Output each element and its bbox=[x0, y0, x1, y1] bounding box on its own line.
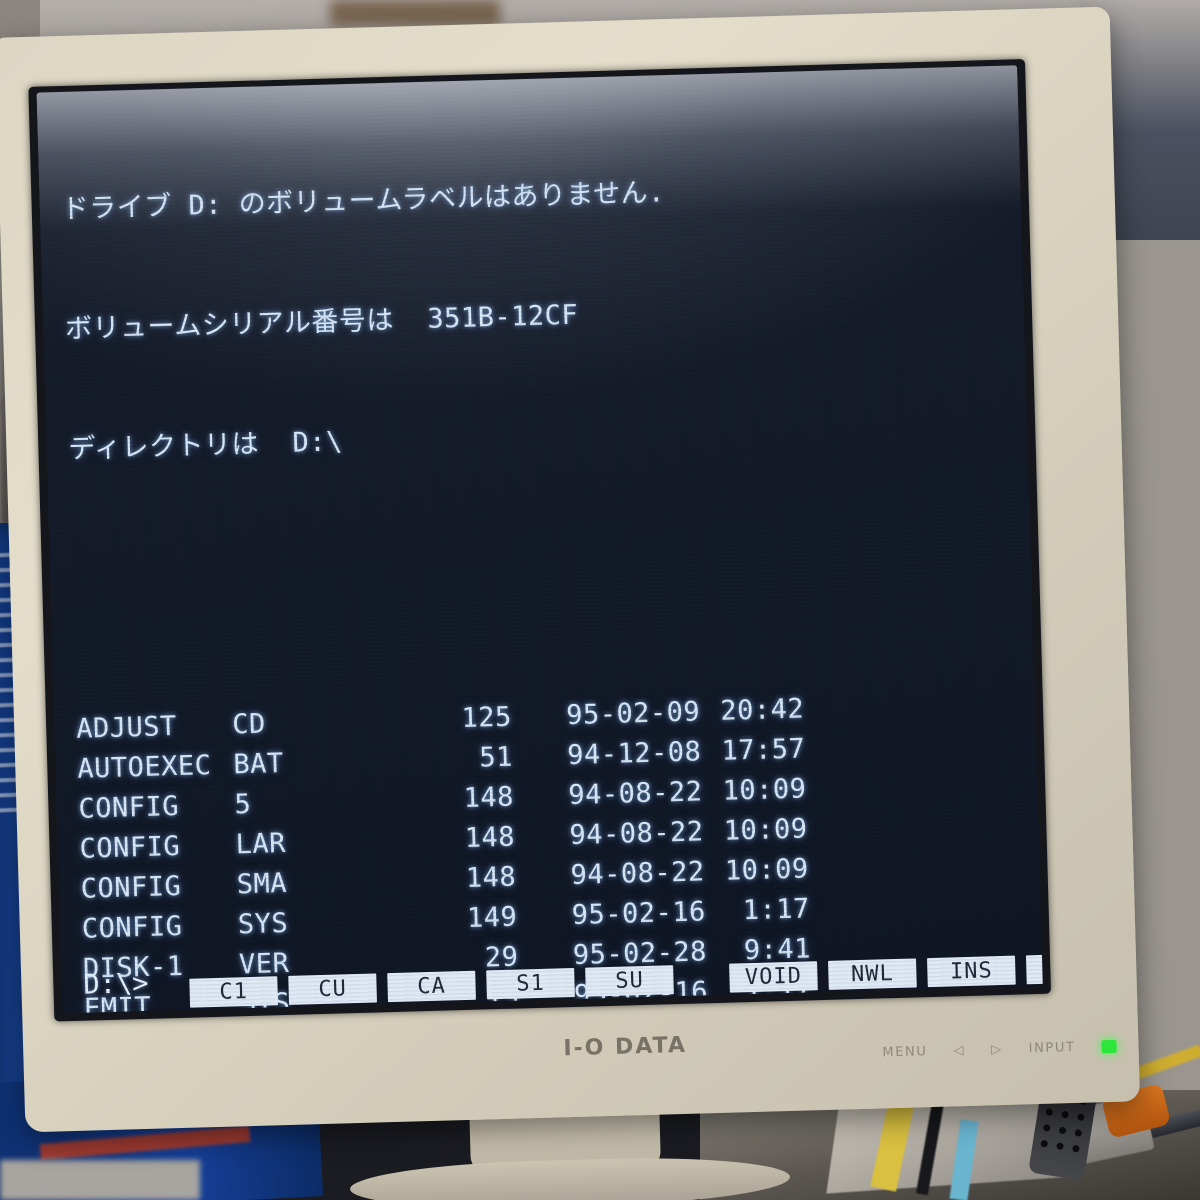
file-size: 149 bbox=[466, 901, 518, 934]
volume-label-line: ドライブ D: のボリュームラベルはありません. bbox=[61, 177, 666, 225]
file-date: 94-12-08 bbox=[566, 736, 702, 772]
file-date: 95-02-09 bbox=[565, 696, 701, 732]
osd-left-icon[interactable]: ◁ bbox=[953, 1043, 965, 1058]
file-time: 1:17 bbox=[742, 893, 811, 927]
terminal-output: ドライブ D: のボリュームラベルはありません. ボリュームシリアル番号は 35… bbox=[59, 84, 1033, 1013]
file-name: CONFIG bbox=[79, 830, 181, 865]
terminal-screen[interactable]: ドライブ D: のボリュームラベルはありません. ボリュームシリアル番号は 35… bbox=[36, 65, 1043, 1014]
file-extension: 5 bbox=[234, 788, 252, 821]
osd-menu-button[interactable]: MENU bbox=[882, 1044, 927, 1060]
background-object-brown bbox=[330, 0, 500, 26]
file-time: 20:42 bbox=[720, 693, 805, 727]
function-key-ca[interactable]: CA bbox=[387, 970, 476, 1003]
function-key-ins[interactable]: INS bbox=[926, 955, 1016, 988]
function-key-nwl[interactable]: NWL bbox=[828, 958, 917, 990]
file-size: 51 bbox=[478, 741, 514, 774]
file-name: ADJUST bbox=[75, 710, 178, 745]
directory-line: ディレクトリは D:\ bbox=[68, 426, 344, 465]
background-object-paper bbox=[0, 1160, 200, 1200]
file-name: CONFIG bbox=[80, 870, 182, 905]
file-size: 148 bbox=[464, 821, 516, 854]
file-extension: SYS bbox=[237, 907, 289, 941]
monitor: ドライブ D: のボリュームラベルはありません. ボリュームシリアル番号は 35… bbox=[0, 6, 1141, 1133]
function-key-c1[interactable]: C1 bbox=[189, 976, 279, 1008]
function-key-rep[interactable]: REP bbox=[1025, 952, 1043, 985]
file-time: 10:09 bbox=[724, 853, 810, 887]
function-key-cu[interactable]: CU bbox=[288, 973, 378, 1005]
file-time: 17:57 bbox=[721, 733, 806, 767]
file-extension: SMA bbox=[236, 867, 288, 901]
function-key-su[interactable]: SU bbox=[585, 965, 674, 997]
file-size: 125 bbox=[461, 701, 513, 735]
file-name: CONFIG bbox=[81, 910, 183, 945]
file-extension: CD bbox=[231, 708, 267, 741]
file-date: 95-02-16 bbox=[571, 896, 707, 932]
spacer-line bbox=[71, 523, 1021, 589]
file-name: AUTOEXEC bbox=[76, 750, 212, 785]
function-key-s1[interactable]: S1 bbox=[486, 967, 575, 1000]
file-extension: BAT bbox=[232, 748, 285, 781]
file-extension: LAR bbox=[235, 827, 287, 861]
function-key-void[interactable]: VOID bbox=[729, 961, 818, 993]
file-date: 94-08-22 bbox=[568, 776, 703, 812]
file-date: 94-08-22 bbox=[570, 856, 706, 892]
file-time: 10:09 bbox=[722, 773, 807, 807]
file-name: CONFIG bbox=[78, 790, 180, 825]
file-size: 148 bbox=[463, 781, 515, 814]
function-key-gap bbox=[684, 964, 719, 994]
osd-input-button[interactable]: INPUT bbox=[1028, 1040, 1075, 1056]
photo-scene: ドライブ D: のボリュームラベルはありません. ボリュームシリアル番号は 35… bbox=[0, 0, 1200, 1200]
power-led-icon bbox=[1101, 1039, 1117, 1054]
file-size: 148 bbox=[465, 861, 517, 894]
file-time: 10:09 bbox=[723, 813, 808, 847]
volume-serial-line: ボリュームシリアル番号は 351B-12CF bbox=[64, 299, 579, 345]
command-prompt[interactable]: D:\> bbox=[83, 968, 149, 1001]
osd-right-icon[interactable]: ▷ bbox=[991, 1042, 1003, 1057]
brand-logo: I-O DATA bbox=[563, 1032, 688, 1062]
file-date: 94-08-22 bbox=[569, 816, 704, 852]
